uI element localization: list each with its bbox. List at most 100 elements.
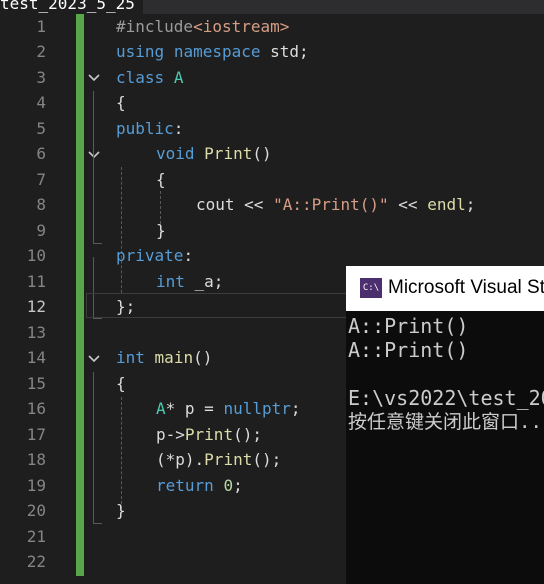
line-number: 21 [26,527,46,546]
brace: } [116,501,126,520]
keyword: class [116,68,165,87]
console-app-icon: C:\ [360,278,382,298]
line-number: 10 [26,246,46,265]
indent-guide [121,397,122,509]
punctuation: () [252,144,272,163]
line-number: 11 [26,272,46,291]
keyword: int [116,348,145,367]
identifier: cout [196,195,235,214]
code-line[interactable]: private: [116,243,193,268]
line-number: 4 [36,93,46,112]
code-line[interactable]: { [116,90,126,115]
line-number: 5 [36,119,46,138]
line-number: 8 [36,195,46,214]
line-number: 22 [26,552,46,571]
console-output-line: E:\vs2022\test_2023_5_25 [348,386,544,410]
console-output-line: A::Print() [348,338,469,362]
line-number: 15 [26,374,46,393]
punctuation: ; [465,195,476,214]
line-number: 16 [26,399,46,418]
code-line[interactable]: return 0; [156,473,243,498]
change-tracking-bar [76,14,84,576]
code-line[interactable]: } [116,498,126,523]
console-title-bar[interactable]: C:\ Microsoft Visual Studio [346,266,544,311]
punctuation: (); [252,450,282,469]
identifier: _a; [184,272,224,291]
identifier: (*p). [156,450,205,469]
console-window[interactable]: C:\ Microsoft Visual Studio A::Print() A… [346,266,544,584]
brace: { [116,374,126,393]
brace: }; [116,297,136,316]
line-number: 19 [26,476,46,495]
function-name: main [154,348,194,367]
keyword: int [156,272,185,291]
punctuation: ; [290,399,301,418]
keyword: void [156,144,195,163]
function-name: Print [184,425,234,444]
code-line[interactable]: public: [116,116,183,141]
code-line[interactable]: { [156,167,166,192]
line-number: 7 [36,170,46,189]
code-line[interactable]: #include<iostream> [116,14,289,39]
function-name: endl [427,195,466,214]
code-line[interactable]: int main() [116,345,212,370]
identifier: * p = [165,399,224,418]
type-name: A [173,68,184,87]
brace: { [156,170,166,189]
punctuation: (); [233,425,262,444]
keyword: namespace [173,42,261,61]
function-name: Print [204,144,253,163]
code-line[interactable]: A* p = nullptr; [156,396,301,421]
code-line[interactable]: { [116,371,126,396]
console-output-line: 按任意键关闭此窗口... [348,411,544,433]
line-number: 14 [26,348,46,367]
identifier: std; [260,42,309,61]
console-title: Microsoft Visual Studio [388,277,544,298]
line-number: 9 [36,221,46,240]
line-number: 18 [26,450,46,469]
line-number: 20 [26,501,46,520]
keyword: public [116,119,174,138]
number-literal: 0 [223,476,234,495]
code-line[interactable]: (*p).Print(); [156,447,281,472]
keyword: private [116,246,184,265]
line-number-gutter: 1 2 3 4 5 6 7 8 9 10 11 12 13 14 15 16 1… [0,14,76,584]
line-number: 6 [36,144,46,163]
keyword: using [116,42,165,61]
fold-bracket [93,372,102,524]
punctuation: : [173,119,184,138]
line-number: 2 [36,42,46,61]
punctuation: () [193,348,213,367]
document-tab[interactable]: test_2023_5_25 [0,0,143,14]
line-number: 3 [36,68,46,87]
line-number: 17 [26,425,46,444]
code-line[interactable]: }; [116,294,135,319]
identifier: p-> [156,425,185,444]
operator: << [388,195,428,214]
code-line[interactable]: } [156,218,166,243]
keyword: nullptr [223,399,291,418]
chevron-down-icon[interactable] [88,353,100,365]
fold-bracket [93,91,102,244]
type-name: A [156,399,166,418]
operator: << [234,195,274,214]
code-line[interactable]: cout << "A::Print()" << endl; [196,192,475,217]
code-line[interactable]: int _a; [156,269,223,294]
include-target: <iostream> [193,17,290,36]
code-line[interactable]: p->Print(); [156,422,262,447]
line-number-active: 12 [26,297,46,316]
function-name: Print [204,450,253,469]
indent-guide [121,167,122,293]
chevron-down-icon[interactable] [88,72,100,84]
code-line[interactable]: using namespace std; [116,39,309,64]
code-line[interactable]: void Print() [156,141,272,166]
line-number: 13 [26,323,46,342]
preprocessor-directive: #include [116,17,194,36]
code-line[interactable]: class A [116,65,183,90]
string-literal: "A::Print()" [273,195,389,214]
brace: } [156,221,166,240]
